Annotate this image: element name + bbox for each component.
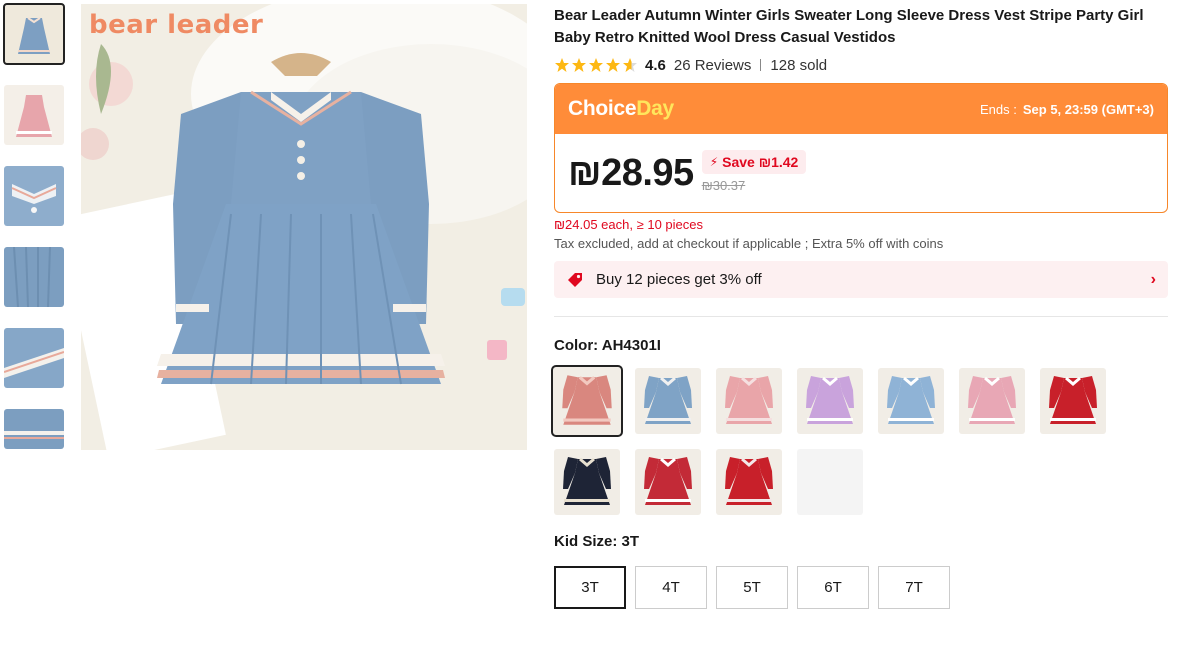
dress-swatch-image bbox=[553, 367, 621, 435]
size-option-4t[interactable]: 4T bbox=[635, 566, 707, 609]
hem-thumbnail bbox=[4, 409, 64, 449]
ends-value: Sep 5, 23:59 (GMT+3) bbox=[1022, 101, 1154, 117]
choice-day-header: ChoiceDay Ends : Sep 5, 23:59 (GMT+3) bbox=[555, 84, 1167, 134]
size-label: Kid Size: 3T bbox=[554, 533, 640, 550]
dress-swatch-image bbox=[635, 449, 701, 515]
save-badge: ⚡ Save ₪1.42 bbox=[701, 149, 807, 174]
thumbnail-6[interactable] bbox=[4, 409, 64, 449]
reviews-link[interactable]: 26 Reviews bbox=[674, 57, 752, 74]
color-swatch-blue-vest[interactable] bbox=[635, 368, 701, 434]
color-swatches bbox=[551, 365, 1154, 515]
star-rating bbox=[554, 57, 638, 73]
ends-label: Ends : bbox=[980, 101, 1017, 117]
tax-note: Tax excluded, add at checkout if applica… bbox=[554, 236, 944, 251]
collar-thumbnail bbox=[4, 166, 64, 226]
color-swatch-black[interactable] bbox=[554, 449, 620, 515]
color-swatch-red-white[interactable] bbox=[635, 449, 701, 515]
bolt-icon: ⚡ bbox=[709, 154, 719, 169]
choice-day-logo: ChoiceDay bbox=[568, 97, 674, 121]
sold-count: 128 sold bbox=[770, 56, 828, 74]
pink-dress-thumbnail bbox=[4, 85, 64, 145]
choice-day-box: ChoiceDay Ends : Sep 5, 23:59 (GMT+3) ₪28… bbox=[554, 83, 1168, 213]
rating-row[interactable]: 4.6 26 Reviews 128 sold bbox=[554, 55, 1168, 75]
dress-swatch-image bbox=[959, 368, 1025, 434]
bulk-price: ₪24.05 each, ≥ 10 pieces bbox=[554, 217, 703, 232]
thumbnail-4[interactable] bbox=[4, 247, 64, 307]
thumbnail-2[interactable] bbox=[4, 85, 64, 145]
thumbnail-1[interactable] bbox=[3, 3, 65, 65]
blue-dress-thumbnail bbox=[4, 4, 64, 64]
thumbnail-3[interactable] bbox=[4, 166, 64, 226]
brand-watermark: bear leader bbox=[89, 10, 264, 40]
dress-swatch-image bbox=[716, 368, 782, 434]
original-price: ₪30.37 bbox=[701, 177, 746, 193]
price-area: ₪28.95 ⚡ Save ₪1.42 ₪30.37 bbox=[555, 134, 1167, 212]
star-icon bbox=[555, 58, 569, 72]
rating-score: 4.6 bbox=[645, 56, 666, 74]
size-option-3t[interactable]: 3T bbox=[554, 566, 626, 609]
bulk-promo-banner[interactable]: Buy 12 pieces get 3% off › bbox=[554, 261, 1168, 298]
star-icon bbox=[606, 58, 620, 72]
current-price: ₪28.95 bbox=[568, 151, 694, 194]
color-swatch-red-bow[interactable] bbox=[716, 449, 782, 515]
star-icon bbox=[589, 58, 603, 72]
size-option-7t[interactable]: 7T bbox=[878, 566, 950, 609]
size-options: 3T 4T 5T 6T 7T bbox=[554, 566, 1168, 609]
dress-swatch-image bbox=[635, 368, 701, 434]
color-swatch-pink-collar[interactable] bbox=[959, 368, 1025, 434]
color-label: Color: AH4301I bbox=[554, 337, 661, 354]
product-title: Bear Leader Autumn Winter Girls Sweater … bbox=[554, 7, 1144, 46]
section-divider bbox=[554, 316, 1168, 317]
dress-swatch-image bbox=[716, 449, 782, 515]
chevron-right-icon: › bbox=[1150, 270, 1156, 288]
dress-swatch-image bbox=[878, 368, 944, 434]
thumbnail-5[interactable] bbox=[4, 328, 64, 388]
size-option-5t[interactable]: 5T bbox=[716, 566, 788, 609]
promo-text: Buy 12 pieces get 3% off bbox=[596, 271, 762, 288]
sale-end-time: Ends : Sep 5, 23:59 (GMT+3) bbox=[980, 102, 1154, 117]
main-product-image[interactable]: bear leader bbox=[81, 4, 527, 450]
dress-illustration bbox=[81, 4, 527, 450]
divider bbox=[760, 59, 762, 71]
sleeve-thumbnail bbox=[4, 328, 64, 388]
size-option-6t[interactable]: 6T bbox=[797, 566, 869, 609]
color-swatch-light-blue[interactable] bbox=[878, 368, 944, 434]
color-swatch-red-stripe[interactable] bbox=[1040, 368, 1106, 434]
color-swatch-lilac[interactable] bbox=[797, 368, 863, 434]
star-icon bbox=[623, 58, 637, 72]
logo-day-text: Day bbox=[636, 97, 674, 120]
star-icon bbox=[572, 58, 586, 72]
pleat-thumbnail bbox=[4, 247, 64, 307]
color-swatch-pink-vest[interactable] bbox=[716, 368, 782, 434]
logo-choice-text: Choice bbox=[568, 97, 637, 120]
tag-icon bbox=[568, 272, 582, 287]
product-info: Bear Leader Autumn Winter Girls Sweater … bbox=[551, 5, 1168, 609]
dress-swatch-image bbox=[797, 368, 863, 434]
color-swatch-pink-floral[interactable] bbox=[551, 365, 623, 437]
save-text: Save ₪1.42 bbox=[722, 153, 799, 170]
color-swatch-empty[interactable] bbox=[797, 449, 863, 515]
thumbnail-list bbox=[3, 3, 65, 470]
dress-swatch-image bbox=[1040, 368, 1106, 434]
dress-swatch-image bbox=[554, 449, 620, 515]
price-side: ⚡ Save ₪1.42 ₪30.37 bbox=[701, 149, 807, 193]
